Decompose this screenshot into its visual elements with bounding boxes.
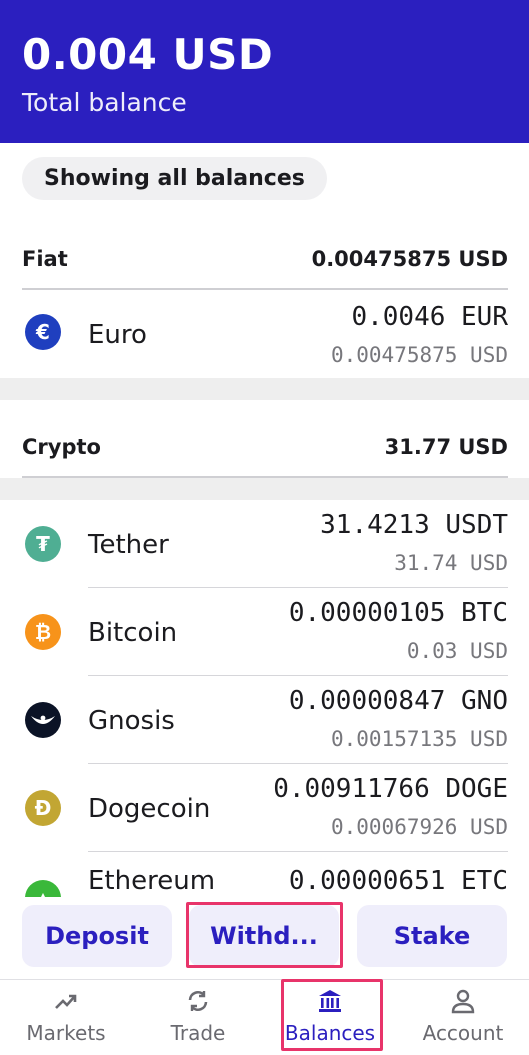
asset-quantity: 0.0046 EUR <box>351 302 508 332</box>
nav-trade[interactable]: Trade <box>132 980 264 1055</box>
asset-name: Bitcoin <box>88 618 178 648</box>
euro-icon: € <box>25 314 61 350</box>
deposit-button[interactable]: Deposit <box>22 905 172 967</box>
refresh-icon <box>183 986 213 1016</box>
section-gap <box>0 478 529 500</box>
nav-balances-label: Balances <box>284 1021 376 1045</box>
stake-button[interactable]: Stake <box>357 905 507 967</box>
balance-row-tether[interactable]: ₮ Tether 31.4213 USDT 31.74 USD <box>0 500 529 588</box>
gnosis-icon <box>25 702 61 738</box>
asset-usd-value: 0.00475875 USD <box>330 343 508 367</box>
fiat-section-header: Fiat 0.00475875 USD <box>22 230 508 290</box>
nav-markets[interactable]: Markets <box>0 980 132 1055</box>
balance-row-bitcoin[interactable]: ₿ Bitcoin 0.00000105 BTC 0.03 USD <box>0 588 529 676</box>
person-icon <box>448 986 478 1016</box>
balance-filter-pill[interactable]: Showing all balances <box>22 157 327 200</box>
balance-row-euro[interactable]: € Euro 0.0046 EUR 0.00475875 USD <box>0 290 529 378</box>
nav-trade-label: Trade <box>170 1021 226 1045</box>
asset-usd-value: 0.00157135 USD <box>330 727 508 751</box>
bottom-navigation: Markets Trade Balances Account <box>0 979 529 1055</box>
asset-usd-value: 0.00067926 USD <box>330 815 508 839</box>
nav-markets-label: Markets <box>26 1021 106 1045</box>
asset-name: Dogecoin <box>88 794 211 824</box>
dogecoin-icon: Đ <box>25 790 61 826</box>
ethereum-classic-icon: ▲ <box>25 880 61 897</box>
asset-usd-value: 0.03 USD <box>406 639 508 663</box>
asset-quantity: 0.00000105 BTC <box>288 598 508 628</box>
asset-quantity: 31.4213 USDT <box>320 510 508 540</box>
nav-account-label: Account <box>422 1021 504 1045</box>
bitcoin-icon: ₿ <box>25 614 61 650</box>
total-balance-amount: 0.004 USD <box>22 30 274 79</box>
nav-balances[interactable]: Balances <box>264 980 396 1055</box>
fiat-total: 0.00475875 USD <box>311 247 508 271</box>
crypto-section-header: Crypto 31.77 USD <box>22 418 508 478</box>
asset-quantity: 0.00911766 DOGE <box>273 774 508 804</box>
crypto-total: 31.77 USD <box>384 435 508 459</box>
crypto-label: Crypto <box>22 435 101 459</box>
asset-quantity: 0.00000651 ETC <box>288 866 508 896</box>
asset-name: Euro <box>88 320 147 350</box>
withdraw-button[interactable]: Withd... <box>189 905 339 967</box>
section-gap <box>0 378 529 400</box>
action-bar: Deposit Withd... Stake <box>0 897 529 979</box>
nav-account[interactable]: Account <box>397 980 529 1055</box>
bank-icon <box>315 986 345 1016</box>
fiat-label: Fiat <box>22 247 68 271</box>
trending-up-icon <box>51 986 81 1016</box>
balance-row-dogecoin[interactable]: Đ Dogecoin 0.00911766 DOGE 0.00067926 US… <box>0 764 529 852</box>
balance-row-gnosis[interactable]: Gnosis 0.00000847 GNO 0.00157135 USD <box>0 676 529 764</box>
tether-icon: ₮ <box>25 526 61 562</box>
asset-usd-value: 31.74 USD <box>394 551 508 575</box>
asset-name: Ethereum <box>88 866 216 896</box>
asset-name: Tether <box>88 530 169 560</box>
balance-header: 0.004 USD Total balance <box>0 0 529 143</box>
total-balance-caption: Total balance <box>22 88 187 117</box>
balance-row-ethereum-classic[interactable]: ▲ Ethereum 0.00000651 ETC <box>0 852 529 897</box>
asset-name: Gnosis <box>88 706 175 736</box>
asset-quantity: 0.00000847 GNO <box>288 686 508 716</box>
